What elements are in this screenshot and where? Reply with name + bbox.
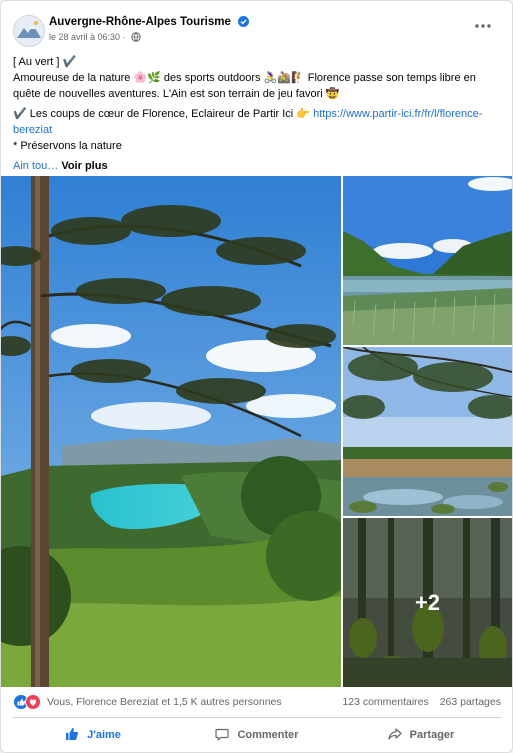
photo-main[interactable] [1,176,341,687]
share-button[interactable]: Partager [341,723,501,747]
actions-divider [13,717,501,718]
reactions-icons[interactable] [13,694,43,710]
photo-forest[interactable]: +2 [343,518,512,687]
verified-badge-icon [238,16,250,30]
post-header: Auvergne-Rhône-Alpes Tourisme le 28 avri… [13,15,503,47]
comments-count[interactable]: 123 commentaires [342,696,428,708]
photo-lake[interactable] [343,176,512,345]
post-text-line: * Préservons la nature [13,140,122,152]
like-button[interactable]: J'aime [13,723,173,747]
globe-icon [131,32,141,44]
hashtag-link[interactable]: Ain tou… [13,160,58,172]
see-more-link[interactable]: Voir plus [61,160,107,172]
more-options-icon[interactable] [471,17,495,35]
page-name[interactable]: Auvergne-Rhône-Alpes Tourisme [49,16,250,30]
shares-count[interactable]: 263 partages [440,696,501,708]
partir-ici-link-cont[interactable]: bereziat [13,122,499,138]
page-avatar[interactable] [13,15,45,47]
comment-label: Commenter [237,729,299,741]
like-label: J'aime [87,729,121,741]
photo-marsh[interactable] [343,347,512,516]
photo-grid: +2 [1,176,512,687]
share-icon [388,727,410,744]
more-photos-overlay[interactable]: +2 [343,518,512,687]
comment-button[interactable]: Commenter [177,723,337,747]
post-meta: le 28 avril à 06:30 · [49,32,141,44]
partir-ici-link[interactable]: https://www.partir-ici.fr/fr/l/florence- [313,108,482,120]
engagement-counts: 123 commentaires 263 partages [334,696,501,708]
share-label: Partager [409,729,455,741]
post-text-line: [ Au vert ] ✔️ [13,56,77,68]
post-text: [ Au vert ] ✔️ Amoureuse de la nature 🌸🌿… [13,54,499,174]
thumbs-up-icon [65,727,87,744]
post-text-line: ✔️ Les coups de cœur de Florence, Eclair… [13,106,499,122]
post-text-link-intro: ✔️ Les coups de cœur de Florence, Eclair… [13,108,311,120]
page-name-text[interactable]: Auvergne-Rhône-Alpes Tourisme [49,16,231,28]
post-text-line: Ain tou… Voir plus [13,158,499,174]
post-card: Auvergne-Rhône-Alpes Tourisme le 28 avri… [0,0,513,753]
post-actions: J'aime Commenter Partager [1,721,512,749]
post-text-line: quête de nouvelles aventures. L'Ain est … [13,88,340,100]
comment-icon [215,727,237,744]
reactions-summary[interactable]: Vous, Florence Bereziat et 1,5 K autres … [47,696,282,708]
post-text-line: Amoureuse de la nature 🌸🌿 des sports out… [13,72,476,84]
post-stats: Vous, Florence Bereziat et 1,5 K autres … [13,693,501,713]
post-timestamp[interactable]: le 28 avril à 06:30 [49,32,120,42]
